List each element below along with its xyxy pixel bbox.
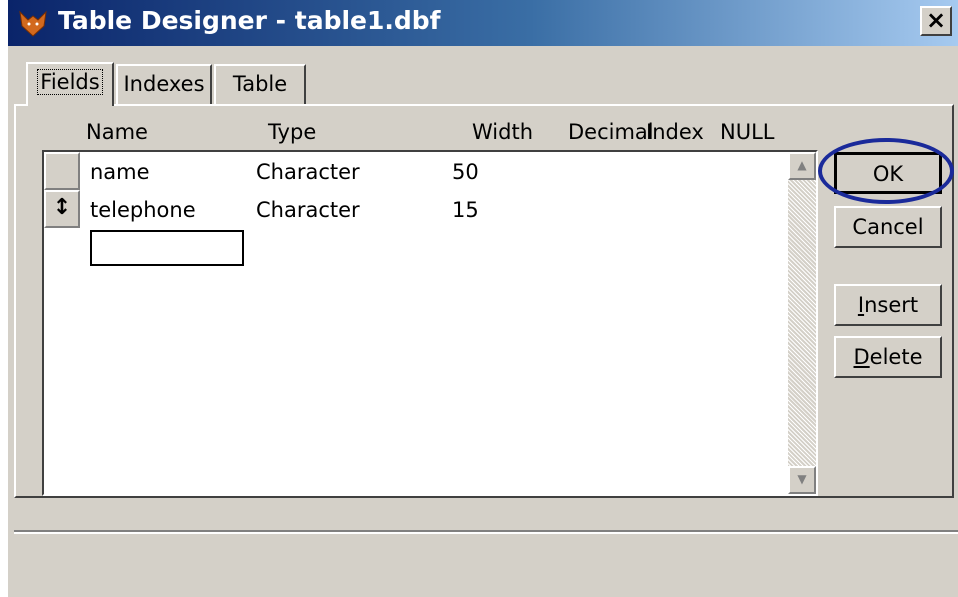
cancel-button[interactable]: Cancel: [834, 206, 942, 248]
field-name-cell[interactable]: name: [90, 160, 150, 184]
new-field-name-input[interactable]: [90, 230, 244, 266]
column-header-type: Type: [268, 120, 317, 144]
field-type-cell[interactable]: Character: [256, 160, 360, 184]
scroll-up-arrow-icon[interactable]: ▲: [788, 152, 816, 180]
close-icon: ×: [925, 6, 947, 34]
scroll-down-arrow-icon[interactable]: ▼: [788, 466, 816, 494]
field-width-cell[interactable]: 15: [452, 198, 479, 222]
field-width-cell[interactable]: 50: [452, 160, 479, 184]
column-header-null: NULL: [720, 120, 775, 144]
title-bar[interactable]: Table Designer - table1.dbf ×: [8, 0, 958, 46]
field-name-cell[interactable]: telephone: [90, 198, 196, 222]
column-header-width: Width: [472, 120, 534, 144]
row-selector-move-icon[interactable]: ↕: [44, 190, 80, 228]
tab-fields-label: Fields: [37, 69, 103, 95]
close-button[interactable]: ×: [920, 6, 952, 36]
tab-fields[interactable]: Fields: [26, 62, 114, 106]
delete-button[interactable]: Delete: [834, 336, 942, 378]
column-header-name: Name: [86, 120, 148, 144]
column-header-decimal: Decimal: [568, 120, 654, 144]
tab-table-label: Table: [232, 72, 288, 96]
insert-button-label: Insert: [857, 293, 919, 317]
table-designer-window: Table Designer - table1.dbf × Fields Ind…: [6, 0, 958, 597]
row-selector[interactable]: [44, 152, 80, 190]
field-type-cell[interactable]: Character: [256, 198, 360, 222]
vertical-scrollbar[interactable]: ▲ ▼: [788, 152, 816, 494]
tab-indexes-label: Indexes: [123, 72, 205, 96]
column-header-index: Index: [646, 120, 704, 144]
delete-button-label: Delete: [853, 345, 923, 369]
separator-line: [14, 530, 958, 534]
annotation-circle: [818, 138, 954, 204]
insert-button[interactable]: Insert: [834, 284, 942, 326]
tab-table[interactable]: Table: [214, 64, 306, 104]
tab-indexes[interactable]: Indexes: [116, 64, 212, 104]
foxpro-icon: [19, 10, 47, 37]
window-title: Table Designer - table1.dbf: [58, 6, 441, 35]
